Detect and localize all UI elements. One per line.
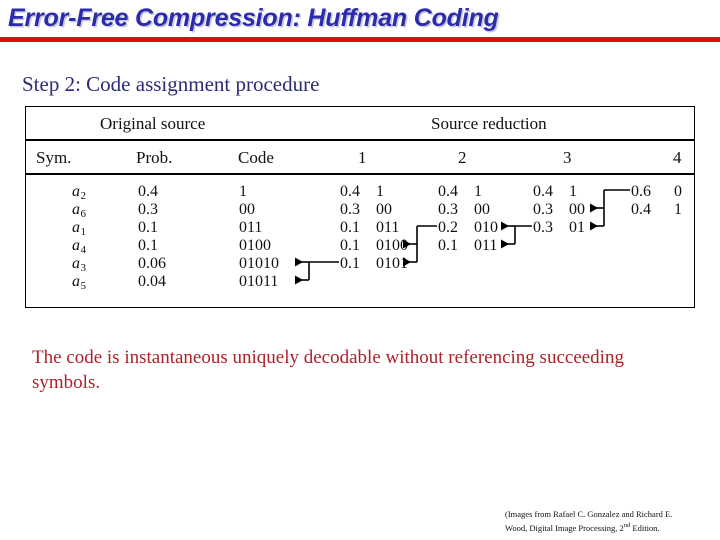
table-cell-code-reduction-4: 1 bbox=[674, 201, 682, 218]
connector-reduction-1-from-reduction-2 bbox=[403, 225, 437, 267]
table-cell-prob-reduction-4: 0.4 bbox=[631, 201, 651, 218]
table-header-rule-top bbox=[26, 139, 694, 141]
column-header-reduction-2: 2 bbox=[458, 148, 467, 167]
table-cell-prob-reduction-2: 0.2 bbox=[438, 219, 458, 236]
table-cell-symbol: a4 bbox=[72, 237, 86, 256]
connector-reduction-2-from-reduction-3 bbox=[501, 221, 532, 249]
table-cell-code-reduction-1: 0100 bbox=[376, 237, 408, 254]
table-cell-code-reduction-3: 01 bbox=[569, 219, 585, 236]
column-header-prob: Prob. bbox=[136, 148, 173, 167]
table-cell-prob-reduction-1: 0.1 bbox=[340, 255, 360, 272]
table-cell-symbol: a5 bbox=[72, 273, 86, 292]
table-cell-prob: 0.1 bbox=[138, 237, 158, 254]
table-cell-prob: 0.1 bbox=[138, 219, 158, 236]
table-cell-code: 00 bbox=[239, 201, 255, 218]
column-header-sym: Sym. bbox=[36, 148, 72, 167]
table-cell-code-reduction-3: 1 bbox=[569, 183, 577, 200]
table-cell-code: 0100 bbox=[239, 237, 271, 254]
table-cell-prob-reduction-1: 0.1 bbox=[340, 237, 360, 254]
table-cell-prob-reduction-4: 0.6 bbox=[631, 183, 651, 200]
table-cell-symbol: a6 bbox=[72, 201, 86, 220]
credit-line-1: (Images from Rafael C. Gonzalez and Rich… bbox=[505, 509, 673, 519]
table-cell-prob-reduction-3: 0.3 bbox=[533, 219, 553, 236]
column-header-reduction-1: 1 bbox=[358, 148, 367, 167]
table-cell-code-reduction-2: 011 bbox=[474, 237, 498, 254]
image-credit: (Images from Rafael C. Gonzalez and Rich… bbox=[505, 509, 720, 534]
connector-reduction-3-from-reduction-4 bbox=[590, 189, 630, 231]
column-header-code: Code bbox=[238, 148, 274, 167]
table-cell-symbol: a3 bbox=[72, 255, 86, 274]
table-header-rule-bottom bbox=[26, 173, 694, 175]
code-split-connectors bbox=[295, 189, 630, 285]
table-cell-prob-reduction-1: 0.3 bbox=[340, 201, 360, 218]
step-heading: Step 2: Code assignment procedure bbox=[22, 72, 320, 96]
table-cell-code: 1 bbox=[239, 183, 247, 200]
huffman-code-assignment-table: Original source Source reduction Sym. Pr… bbox=[25, 106, 695, 308]
conclusion-text: The code is instantaneous uniquely decod… bbox=[32, 347, 624, 393]
page-title: Error-Free Compression: Huffman Coding bbox=[8, 4, 499, 32]
title-divider-rule bbox=[0, 37, 720, 42]
table-cell-code-reduction-4: 0 bbox=[674, 183, 682, 200]
table-cell-prob: 0.3 bbox=[138, 201, 158, 218]
table-cell-symbol: a1 bbox=[72, 219, 86, 238]
table-cell-prob-reduction-2: 0.4 bbox=[438, 183, 458, 200]
group-header-original-source: Original source bbox=[100, 114, 206, 133]
table-cell-code-reduction-1: 0101 bbox=[376, 255, 408, 272]
credit-line-2-pre: Wood, Digital Image Processing, 2 bbox=[505, 522, 624, 533]
table-cell-prob-reduction-1: 0.1 bbox=[340, 219, 360, 236]
table-cell-code-reduction-1: 011 bbox=[376, 219, 400, 236]
connector-original-from-reduction-1 bbox=[295, 257, 339, 285]
table-cell-prob-reduction-3: 0.4 bbox=[533, 183, 553, 200]
table-cell-prob: 0.04 bbox=[138, 273, 166, 290]
table-cell-prob-reduction-1: 0.4 bbox=[340, 183, 360, 200]
table-cell-prob-reduction-2: 0.1 bbox=[438, 237, 458, 254]
group-header-source-reduction: Source reduction bbox=[431, 114, 547, 133]
table-cell-code-reduction-3: 00 bbox=[569, 201, 585, 218]
table-cell-code: 01010 bbox=[239, 255, 279, 272]
table-cell-code: 011 bbox=[239, 219, 263, 236]
table-cell-code-reduction-1: 00 bbox=[376, 201, 392, 218]
table-cell-symbol: a2 bbox=[72, 183, 86, 202]
credit-line-2-post: Edition. bbox=[630, 522, 660, 533]
table-cell-code-reduction-2: 010 bbox=[474, 219, 498, 236]
column-header-reduction-4: 4 bbox=[673, 148, 682, 167]
table-cell-code-reduction-2: 00 bbox=[474, 201, 490, 218]
table-cell-code-reduction-1: 1 bbox=[376, 183, 384, 200]
column-header-reduction-3: 3 bbox=[563, 148, 572, 167]
table-cell-prob-reduction-3: 0.3 bbox=[533, 201, 553, 218]
table-cell-prob: 0.06 bbox=[138, 255, 166, 272]
table-cell-prob: 0.4 bbox=[138, 183, 158, 200]
table-cell-code: 01011 bbox=[239, 273, 279, 290]
table-cell-prob-reduction-2: 0.3 bbox=[438, 201, 458, 218]
table-cell-code-reduction-2: 1 bbox=[474, 183, 482, 200]
